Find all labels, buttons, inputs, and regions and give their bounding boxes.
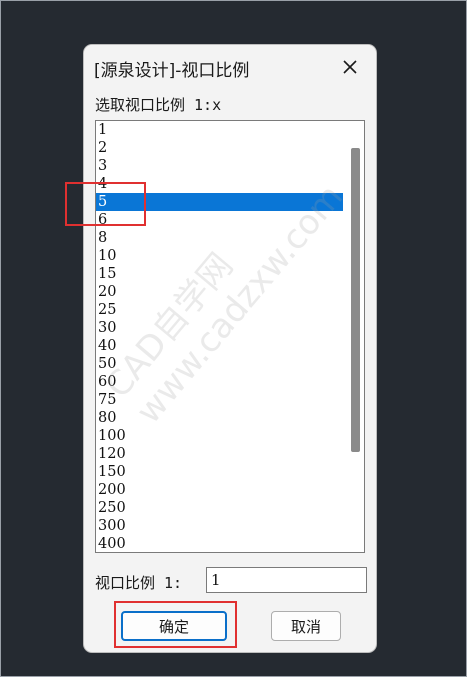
scale-prompt-label: 选取视口比例 1:x [95,96,222,114]
ok-button[interactable]: 确定 [121,611,227,641]
list-item[interactable]: 2 [96,139,346,157]
scrollbar-thumb[interactable] [351,148,360,452]
close-icon [343,60,357,74]
viewport-scale-dialog: [源泉设计]-视口比例 选取视口比例 1:x 1 2 3 4 5 6 8 10 15 20 25 30… [84,45,376,652]
list-item[interactable]: 200 [96,481,346,499]
list-item[interactable]: 400 [96,535,346,552]
close-button[interactable] [334,51,366,83]
list-item[interactable]: 8 [96,229,346,247]
vertical-scrollbar[interactable] [346,121,364,552]
dialog-title: [源泉设计]-视口比例 [94,61,250,81]
list-item[interactable]: 150 [96,463,346,481]
scale-input-label: 视口比例 1: [95,574,183,592]
list-item[interactable]: 100 [96,427,346,445]
list-item[interactable]: 40 [96,337,346,355]
list-item[interactable]: 25 [96,301,346,319]
list-item[interactable]: 3 [96,157,346,175]
list-item[interactable]: 5 [96,193,343,211]
list-item[interactable]: 75 [96,391,346,409]
list-item[interactable]: 6 [96,211,346,229]
list-item[interactable]: 15 [96,265,346,283]
list-item[interactable]: 30 [96,319,346,337]
list-item[interactable]: 60 [96,373,346,391]
list-item[interactable]: 80 [96,409,346,427]
list-item[interactable]: 4 [96,175,346,193]
title-bar: [源泉设计]-视口比例 [84,45,376,89]
list-item[interactable]: 50 [96,355,346,373]
scale-list: 1 2 3 4 5 6 8 10 15 20 25 30 40 50 60 75 80 100 120 150 200 2… [96,121,346,552]
list-item[interactable]: 250 [96,499,346,517]
list-item[interactable]: 120 [96,445,346,463]
list-item[interactable]: 1 [96,121,346,139]
list-item[interactable]: 20 [96,283,346,301]
scale-input[interactable] [206,567,367,593]
scale-listbox[interactable]: 1 2 3 4 5 6 8 10 15 20 25 30 40 50 60 75 80 100 120 150 200 2… [95,120,365,553]
cancel-button[interactable]: 取消 [271,611,341,641]
list-item[interactable]: 10 [96,247,346,265]
list-item[interactable]: 300 [96,517,346,535]
